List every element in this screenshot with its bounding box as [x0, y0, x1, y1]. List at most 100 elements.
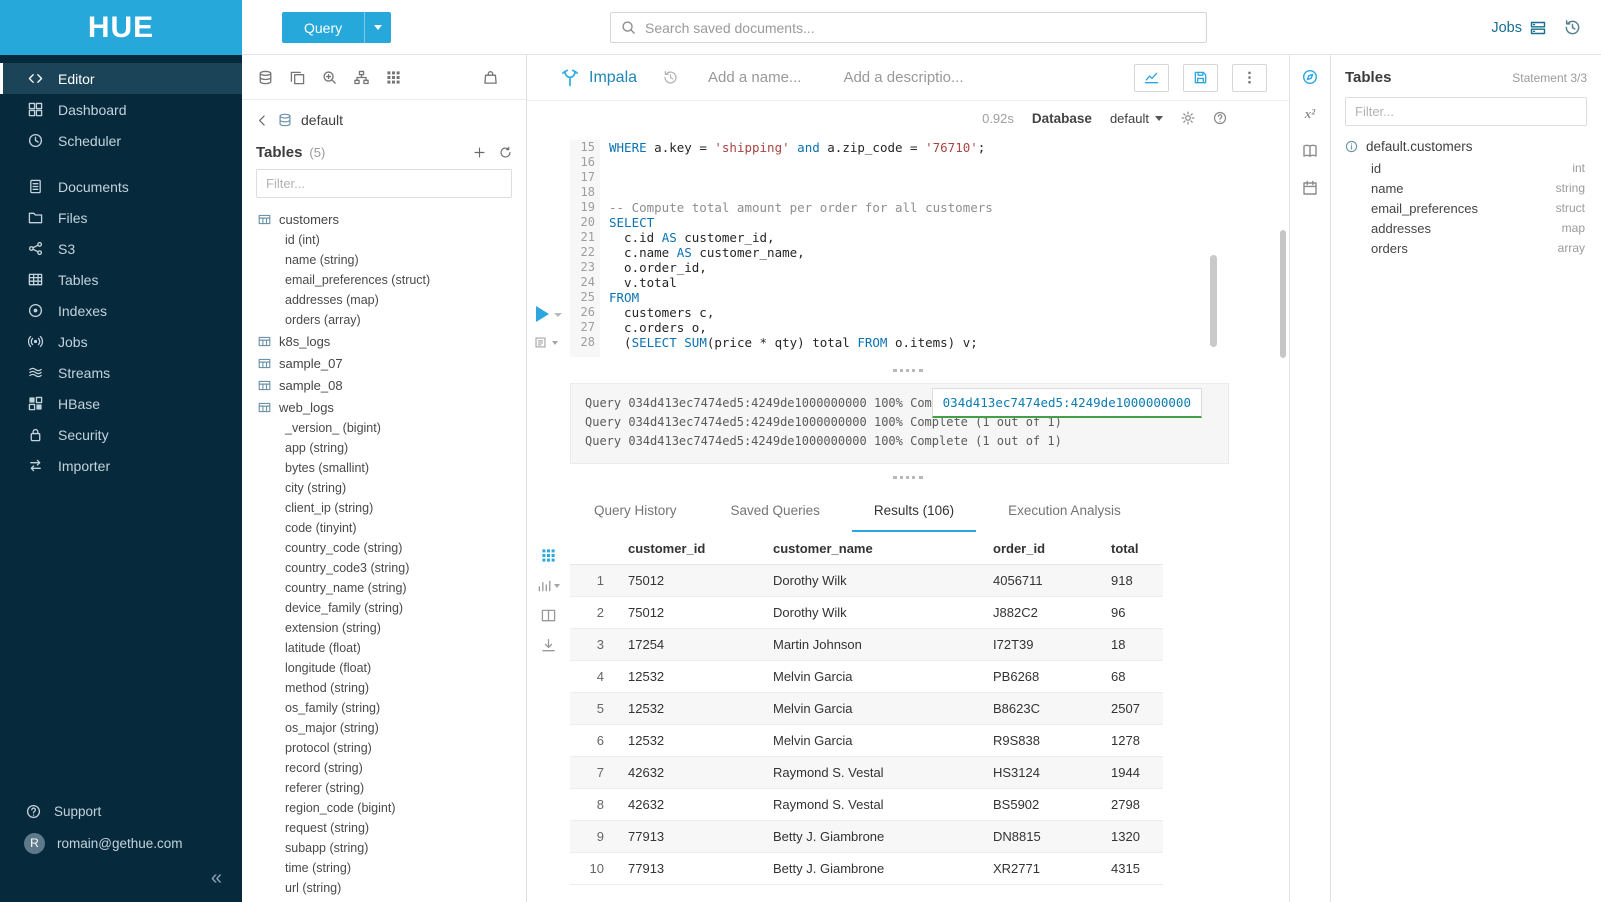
column-item[interactable]: name (string)	[258, 250, 526, 270]
editor-options-icon[interactable]	[534, 336, 558, 349]
code-scrollbar[interactable]	[1210, 255, 1217, 347]
table-cell[interactable]: 1944	[1101, 757, 1163, 789]
table-cell[interactable]: 75012	[618, 597, 763, 629]
results-grid-icon[interactable]	[541, 548, 556, 563]
query-description-field[interactable]: Add a descriptio...	[843, 69, 963, 86]
table-cell[interactable]: 77913	[618, 853, 763, 885]
sidebar-item-documents[interactable]: Documents	[0, 171, 242, 202]
sidebar-item-streams[interactable]: Streams	[0, 357, 242, 388]
column-header[interactable]: customer_id	[618, 532, 763, 565]
calendar-icon[interactable]	[1302, 180, 1318, 196]
table-cell[interactable]: 4056711	[983, 565, 1101, 597]
more-actions-button[interactable]	[1232, 64, 1267, 92]
database-icon[interactable]	[258, 70, 273, 85]
table-cell[interactable]: PB6268	[983, 661, 1101, 693]
table-cell[interactable]: HS3124	[983, 757, 1101, 789]
table-row[interactable]: 317254Martin JohnsonI72T3918	[570, 629, 1163, 661]
docs-icon[interactable]	[1302, 143, 1318, 159]
column-item[interactable]: referer (string)	[258, 778, 526, 798]
sidebar-item-editor[interactable]: Editor	[0, 63, 242, 94]
table-cell[interactable]: 1278	[1101, 725, 1163, 757]
column-item[interactable]: city (string)	[258, 478, 526, 498]
results-chart-icon[interactable]	[537, 578, 560, 593]
jobs-link[interactable]: Jobs	[1491, 20, 1546, 36]
bag-icon[interactable]	[483, 70, 498, 85]
database-name[interactable]: default	[301, 112, 343, 128]
table-cell[interactable]: 18	[1101, 629, 1163, 661]
column-item[interactable]: country_name (string)	[258, 578, 526, 598]
table-cell[interactable]: Betty J. Giambrone	[763, 821, 983, 853]
column-item[interactable]: idint	[1345, 158, 1587, 178]
table-cell[interactable]: XR2771	[983, 853, 1101, 885]
execute-button[interactable]	[536, 306, 549, 322]
table-row[interactable]: 412532Melvin GarciaPB626868	[570, 661, 1163, 693]
search-input[interactable]	[645, 20, 1196, 36]
sidebar-item-security[interactable]: Security	[0, 419, 242, 450]
column-item[interactable]: record (string)	[258, 758, 526, 778]
query-dropdown-caret[interactable]	[364, 12, 391, 43]
table-cell[interactable]: Melvin Garcia	[763, 693, 983, 725]
tab-saved-queries[interactable]: Saved Queries	[709, 490, 842, 532]
column-header[interactable]	[570, 532, 618, 565]
sidebar-item-hbase[interactable]: HBase	[0, 388, 242, 419]
hue-logo[interactable]: HUE	[0, 0, 242, 55]
tables-filter-input[interactable]	[256, 169, 512, 198]
column-item[interactable]: app (string)	[258, 438, 526, 458]
refresh-icon[interactable]	[499, 146, 512, 159]
column-item[interactable]: ordersarray	[1345, 238, 1587, 258]
column-header[interactable]: customer_name	[763, 532, 983, 565]
editor-scrollbar[interactable]	[1280, 230, 1286, 358]
column-item[interactable]: addressesmap	[1345, 218, 1587, 238]
table-row[interactable]: 275012Dorothy WilkJ882C296	[570, 597, 1163, 629]
table-row[interactable]: 842632Raymond S. VestalBS59022798	[570, 789, 1163, 821]
table-cell[interactable]: 12532	[618, 661, 763, 693]
table-cell[interactable]: 17254	[618, 629, 763, 661]
table-cell[interactable]: 2798	[1101, 789, 1163, 821]
results-columns-icon[interactable]	[541, 608, 556, 623]
sidebar-item-indexes[interactable]: Indexes	[0, 295, 242, 326]
column-item[interactable]: country_code3 (string)	[258, 558, 526, 578]
sql-code[interactable]: WHERE a.key = 'shipping' and a.zip_code …	[600, 140, 1289, 357]
column-item[interactable]: _version_ (bigint)	[258, 418, 526, 438]
tab-query-history[interactable]: Query History	[572, 490, 699, 532]
column-item[interactable]: email_preferences (struct)	[258, 270, 526, 290]
column-item[interactable]: url (string)	[258, 878, 526, 898]
table-cell[interactable]: 75012	[618, 565, 763, 597]
chart-button[interactable]	[1134, 64, 1169, 92]
column-item[interactable]: orders (array)	[258, 310, 526, 330]
column-item[interactable]: code (tinyint)	[258, 518, 526, 538]
column-item[interactable]: os_major (string)	[258, 718, 526, 738]
column-item[interactable]: longitude (float)	[258, 658, 526, 678]
table-cell[interactable]: Dorothy Wilk	[763, 597, 983, 629]
column-item[interactable]: email_preferencesstruct	[1345, 198, 1587, 218]
user-menu[interactable]: R romain@gethue.com	[0, 827, 242, 859]
table-cell[interactable]: Melvin Garcia	[763, 725, 983, 757]
support-link[interactable]: Support	[0, 795, 242, 827]
copy-icon[interactable]	[290, 70, 305, 85]
column-item[interactable]: subapp (string)	[258, 838, 526, 858]
apps-icon[interactable]	[386, 70, 401, 85]
table-item[interactable]: customers	[258, 208, 526, 230]
table-cell[interactable]: Dorothy Wilk	[763, 565, 983, 597]
execute-dropdown-caret[interactable]	[554, 313, 562, 317]
column-item[interactable]: country_code (string)	[258, 538, 526, 558]
column-item[interactable]: user_agent (string)	[258, 898, 526, 902]
save-button[interactable]	[1183, 64, 1218, 92]
help-icon[interactable]	[1213, 111, 1227, 125]
column-item[interactable]: protocol (string)	[258, 738, 526, 758]
table-item[interactable]: k8s_logs	[258, 330, 526, 352]
table-item[interactable]: sample_07	[258, 352, 526, 374]
history-icon[interactable]	[1564, 19, 1581, 36]
query-id-tooltip[interactable]: 034d413ec7474ed5:4249de1000000000	[932, 388, 1202, 418]
add-table-icon[interactable]	[473, 146, 486, 159]
table-row[interactable]: 977913Betty J. GiambroneDN88151320	[570, 821, 1163, 853]
table-cell[interactable]: Melvin Garcia	[763, 661, 983, 693]
table-cell[interactable]: 12532	[618, 693, 763, 725]
table-row[interactable]: 175012Dorothy Wilk4056711918	[570, 565, 1163, 597]
sidebar-item-jobs[interactable]: Jobs	[0, 326, 242, 357]
column-item[interactable]: region_code (bigint)	[258, 798, 526, 818]
sitemap-icon[interactable]	[354, 70, 369, 85]
table-row[interactable]: 742632Raymond S. VestalHS31241944	[570, 757, 1163, 789]
table-row[interactable]: 612532Melvin GarciaR9S8381278	[570, 725, 1163, 757]
active-table-item[interactable]: default.customers	[1345, 139, 1587, 154]
